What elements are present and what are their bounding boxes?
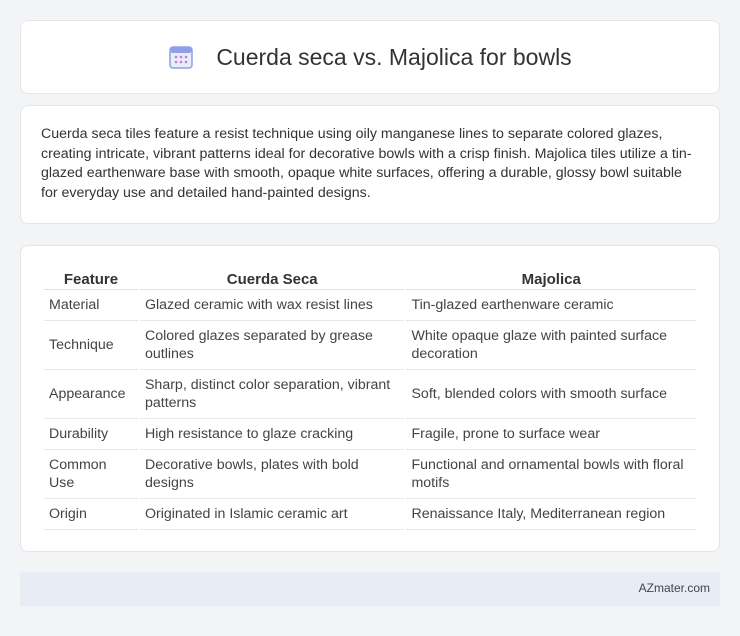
table-cell-majolica: Renaissance Italy, Mediterranean region xyxy=(406,499,696,530)
table-cell-majolica: Tin-glazed earthenware ceramic xyxy=(406,290,696,321)
table-cell-majolica: Soft, blended colors with smooth surface xyxy=(406,370,696,419)
table-cell-feature: Common Use xyxy=(44,450,138,499)
table-cell-feature: Material xyxy=(44,290,138,321)
table-row: Technique Colored glazes separated by gr… xyxy=(44,321,696,370)
table-row: Origin Originated in Islamic ceramic art… xyxy=(44,499,696,530)
table-cell-feature: Durability xyxy=(44,419,138,450)
column-header-majolica: Majolica xyxy=(406,264,696,290)
comparison-table-card: Feature Cuerda Seca Majolica Material Gl… xyxy=(20,245,720,552)
intro-paragraph: Cuerda seca tiles feature a resist techn… xyxy=(41,126,692,201)
comparison-table: Feature Cuerda Seca Majolica Material Gl… xyxy=(42,264,698,530)
table-cell-feature: Origin xyxy=(44,499,138,530)
table-row: Durability High resistance to glaze crac… xyxy=(44,419,696,450)
footer-site-link[interactable]: AZmater.com xyxy=(639,581,710,595)
footer-bar: AZmater.com xyxy=(20,572,720,606)
title-row: Cuerda seca vs. Majolica for bowls xyxy=(168,43,572,71)
table-cell-cuerda-seca: Colored glazes separated by grease outli… xyxy=(139,321,405,370)
table-row: Material Glazed ceramic with wax resist … xyxy=(44,290,696,321)
table-row: Appearance Sharp, distinct color separat… xyxy=(44,370,696,419)
table-cell-cuerda-seca: Originated in Islamic ceramic art xyxy=(139,499,405,530)
calendar-icon xyxy=(168,44,194,70)
table-header-row: Feature Cuerda Seca Majolica xyxy=(44,264,696,290)
table-cell-majolica: White opaque glaze with painted surface … xyxy=(406,321,696,370)
table-cell-cuerda-seca: Sharp, distinct color separation, vibran… xyxy=(139,370,405,419)
title-card: Cuerda seca vs. Majolica for bowls xyxy=(20,20,720,94)
table-cell-cuerda-seca: High resistance to glaze cracking xyxy=(139,419,405,450)
table-cell-cuerda-seca: Glazed ceramic with wax resist lines xyxy=(139,290,405,321)
column-header-feature: Feature xyxy=(44,264,138,290)
table-cell-feature: Technique xyxy=(44,321,138,370)
table-row: Common Use Decorative bowls, plates with… xyxy=(44,450,696,499)
column-header-cuerda-seca: Cuerda Seca xyxy=(139,264,405,290)
table-cell-feature: Appearance xyxy=(44,370,138,419)
table-cell-majolica: Functional and ornamental bowls with flo… xyxy=(406,450,696,499)
page-title: Cuerda seca vs. Majolica for bowls xyxy=(216,43,572,70)
table-cell-majolica: Fragile, prone to surface wear xyxy=(406,419,696,450)
table-cell-cuerda-seca: Decorative bowls, plates with bold desig… xyxy=(139,450,405,499)
intro-card: Cuerda seca tiles feature a resist techn… xyxy=(20,105,720,224)
